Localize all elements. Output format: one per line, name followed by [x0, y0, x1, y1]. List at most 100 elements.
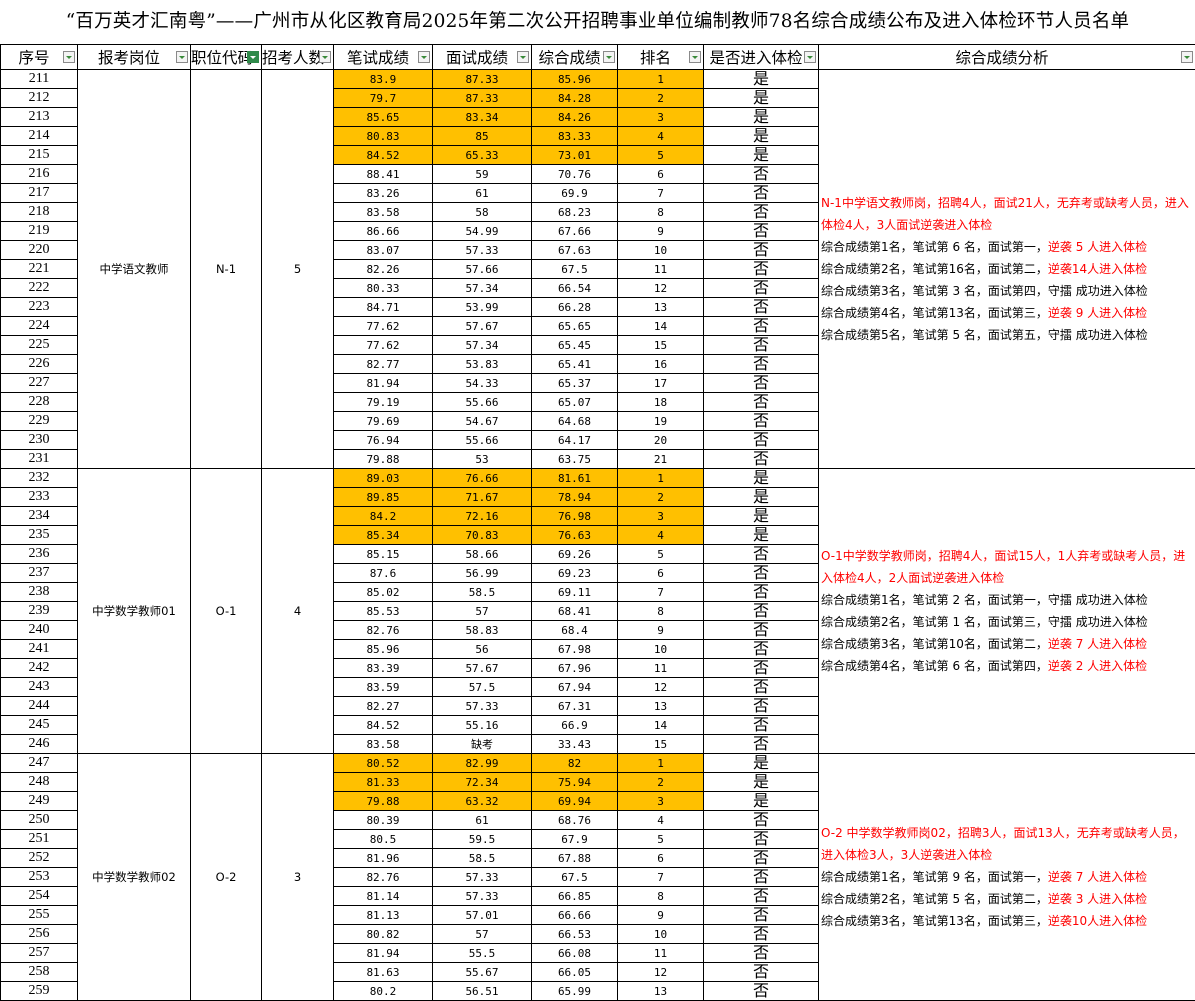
- total-score-cell[interactable]: 75.94: [531, 772, 618, 792]
- physical-exam-cell[interactable]: 否: [703, 601, 819, 621]
- written-score-cell[interactable]: 80.83: [333, 126, 433, 146]
- seq-cell[interactable]: 236: [0, 544, 78, 564]
- written-score-cell[interactable]: 85.96: [333, 639, 433, 659]
- written-score-cell[interactable]: 89.03: [333, 468, 433, 488]
- interview-score-cell[interactable]: 54.99: [432, 221, 532, 241]
- post-cell[interactable]: 中学数学教师01: [77, 468, 191, 754]
- interview-score-cell[interactable]: 54.67: [432, 411, 532, 431]
- written-score-cell[interactable]: 85.34: [333, 525, 433, 545]
- physical-exam-cell[interactable]: 否: [703, 658, 819, 678]
- total-score-cell[interactable]: 73.01: [531, 145, 618, 165]
- code-cell[interactable]: N-1: [190, 69, 262, 469]
- header-interview[interactable]: 面试成绩: [432, 44, 532, 70]
- interview-score-cell[interactable]: 61: [432, 810, 532, 830]
- seq-cell[interactable]: 228: [0, 392, 78, 412]
- seq-cell[interactable]: 214: [0, 126, 78, 146]
- physical-exam-cell[interactable]: 否: [703, 164, 819, 184]
- total-score-cell[interactable]: 67.88: [531, 848, 618, 868]
- interview-score-cell[interactable]: 70.83: [432, 525, 532, 545]
- total-score-cell[interactable]: 69.11: [531, 582, 618, 602]
- written-score-cell[interactable]: 82.76: [333, 867, 433, 887]
- interview-score-cell[interactable]: 57.66: [432, 259, 532, 279]
- header-analysis[interactable]: 综合成绩分析: [818, 44, 1195, 70]
- written-score-cell[interactable]: 82.27: [333, 696, 433, 716]
- physical-exam-cell[interactable]: 否: [703, 221, 819, 241]
- rank-cell[interactable]: 6: [617, 164, 704, 184]
- total-score-cell[interactable]: 65.45: [531, 335, 618, 355]
- interview-score-cell[interactable]: 57.34: [432, 278, 532, 298]
- written-score-cell[interactable]: 80.2: [333, 981, 433, 1001]
- written-score-cell[interactable]: 82.26: [333, 259, 433, 279]
- total-score-cell[interactable]: 84.26: [531, 107, 618, 127]
- rank-cell[interactable]: 11: [617, 943, 704, 963]
- filter-dropdown-icon[interactable]: [63, 51, 75, 63]
- physical-exam-cell[interactable]: 否: [703, 829, 819, 849]
- interview-score-cell[interactable]: 58.5: [432, 848, 532, 868]
- physical-exam-cell[interactable]: 否: [703, 810, 819, 830]
- total-score-cell[interactable]: 68.4: [531, 620, 618, 640]
- rank-cell[interactable]: 9: [617, 620, 704, 640]
- rank-cell[interactable]: 10: [617, 240, 704, 260]
- rank-cell[interactable]: 15: [617, 335, 704, 355]
- total-score-cell[interactable]: 70.76: [531, 164, 618, 184]
- seq-cell[interactable]: 244: [0, 696, 78, 716]
- physical-exam-cell[interactable]: 否: [703, 392, 819, 412]
- total-score-cell[interactable]: 68.23: [531, 202, 618, 222]
- physical-exam-cell[interactable]: 否: [703, 183, 819, 203]
- analysis-cell[interactable]: O-1中学数学教师岗，招聘4人，面试15人，1人弃考或缺考人员，进入体检4人，2…: [818, 468, 1195, 754]
- physical-exam-cell[interactable]: 是: [703, 69, 819, 89]
- seq-cell[interactable]: 221: [0, 259, 78, 279]
- written-score-cell[interactable]: 83.07: [333, 240, 433, 260]
- physical-exam-cell[interactable]: 否: [703, 449, 819, 469]
- interview-score-cell[interactable]: 55.66: [432, 392, 532, 412]
- interview-score-cell[interactable]: 57.67: [432, 658, 532, 678]
- total-score-cell[interactable]: 65.37: [531, 373, 618, 393]
- total-score-cell[interactable]: 66.08: [531, 943, 618, 963]
- seq-cell[interactable]: 249: [0, 791, 78, 811]
- header-written[interactable]: 笔试成绩: [333, 44, 433, 70]
- seq-cell[interactable]: 229: [0, 411, 78, 431]
- rank-cell[interactable]: 6: [617, 848, 704, 868]
- written-score-cell[interactable]: 81.63: [333, 962, 433, 982]
- interview-score-cell[interactable]: 58.66: [432, 544, 532, 564]
- rank-cell[interactable]: 7: [617, 867, 704, 887]
- written-score-cell[interactable]: 84.71: [333, 297, 433, 317]
- written-score-cell[interactable]: 81.13: [333, 905, 433, 925]
- total-score-cell[interactable]: 85.96: [531, 69, 618, 89]
- total-score-cell[interactable]: 67.31: [531, 696, 618, 716]
- rank-cell[interactable]: 5: [617, 829, 704, 849]
- interview-score-cell[interactable]: 56.51: [432, 981, 532, 1001]
- filter-dropdown-icon[interactable]: [319, 51, 331, 63]
- rank-cell[interactable]: 13: [617, 981, 704, 1001]
- header-total[interactable]: 综合成绩: [531, 44, 618, 70]
- interview-score-cell[interactable]: 53.83: [432, 354, 532, 374]
- total-score-cell[interactable]: 67.94: [531, 677, 618, 697]
- interview-score-cell[interactable]: 57.33: [432, 696, 532, 716]
- seq-cell[interactable]: 254: [0, 886, 78, 906]
- interview-score-cell[interactable]: 87.33: [432, 88, 532, 108]
- rank-cell[interactable]: 11: [617, 658, 704, 678]
- total-score-cell[interactable]: 69.26: [531, 544, 618, 564]
- written-score-cell[interactable]: 79.69: [333, 411, 433, 431]
- seq-cell[interactable]: 217: [0, 183, 78, 203]
- total-score-cell[interactable]: 66.53: [531, 924, 618, 944]
- seq-cell[interactable]: 212: [0, 88, 78, 108]
- written-score-cell[interactable]: 80.33: [333, 278, 433, 298]
- interview-score-cell[interactable]: 54.33: [432, 373, 532, 393]
- total-score-cell[interactable]: 69.23: [531, 563, 618, 583]
- total-score-cell[interactable]: 82: [531, 753, 618, 773]
- interview-score-cell[interactable]: 57.33: [432, 240, 532, 260]
- rank-cell[interactable]: 12: [617, 677, 704, 697]
- interview-score-cell[interactable]: 59: [432, 164, 532, 184]
- rank-cell[interactable]: 1: [617, 69, 704, 89]
- written-score-cell[interactable]: 83.58: [333, 734, 433, 754]
- total-score-cell[interactable]: 33.43: [531, 734, 618, 754]
- seq-cell[interactable]: 255: [0, 905, 78, 925]
- seq-cell[interactable]: 227: [0, 373, 78, 393]
- physical-exam-cell[interactable]: 是: [703, 791, 819, 811]
- rank-cell[interactable]: 16: [617, 354, 704, 374]
- physical-exam-cell[interactable]: 否: [703, 962, 819, 982]
- physical-exam-cell[interactable]: 否: [703, 639, 819, 659]
- physical-exam-cell[interactable]: 是: [703, 145, 819, 165]
- physical-exam-cell[interactable]: 否: [703, 297, 819, 317]
